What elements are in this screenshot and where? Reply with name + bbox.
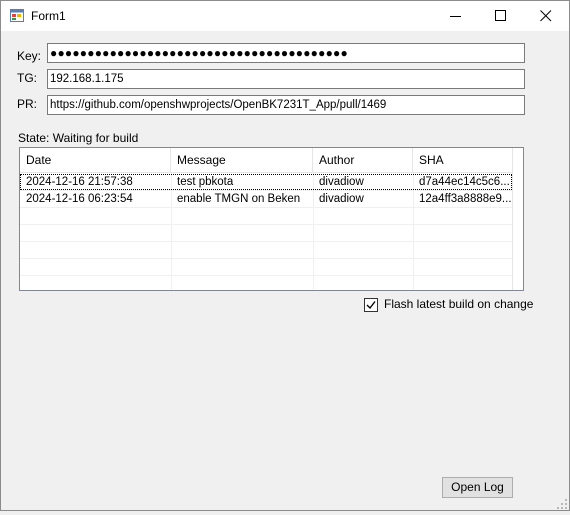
size-grip-icon[interactable] [556, 497, 568, 509]
form-app-icon [10, 9, 24, 22]
minimize-icon [450, 16, 461, 17]
grid-line [20, 207, 512, 208]
flash-latest-checkbox[interactable] [364, 298, 378, 312]
column-header-author[interactable]: Author [313, 148, 413, 172]
key-field[interactable]: ●●●●●●●●●●●●●●●●●●●●●●●●●●●●●●●●●●●●●●●● [47, 43, 525, 63]
column-header-date[interactable]: Date [20, 148, 171, 172]
cell-author: divadiow [319, 176, 364, 188]
grid-line [20, 241, 512, 242]
grid-line [20, 275, 512, 276]
state-label: State: Waiting for build [18, 131, 139, 145]
cell-author: divadiow [319, 193, 364, 205]
cell-date: 2024-12-16 21:57:38 [26, 176, 133, 188]
flash-latest-label[interactable]: Flash latest build on change [384, 297, 533, 311]
minimize-button[interactable] [433, 1, 479, 31]
open-log-button[interactable]: Open Log [442, 477, 513, 498]
maximize-button[interactable] [478, 1, 524, 31]
cell-sha: 12a4ff3a8888e9... [419, 193, 512, 205]
key-label: Key: [17, 49, 42, 63]
main-window: Form1 Key: ●●●●●●●●●●●●●●●●●●●●●●●●●●●●●… [0, 0, 570, 511]
builds-list[interactable]: Date Message Author SHA 2024-12-16 21:57… [19, 147, 524, 291]
list-scroll-area [512, 148, 523, 290]
column-header-message[interactable]: Message [171, 148, 313, 172]
grid-line [20, 224, 512, 225]
pr-label: PR: [17, 97, 38, 111]
cell-message: test pbkota [177, 176, 234, 188]
window-title: Form1 [31, 9, 66, 23]
tg-field[interactable]: 192.168.1.175 [47, 69, 525, 89]
grid-line [20, 258, 512, 259]
list-item[interactable]: 2024-12-16 06:23:54 enable TMGN on Beken… [20, 191, 512, 207]
cell-date: 2024-12-16 06:23:54 [26, 193, 133, 205]
close-button[interactable] [523, 1, 569, 31]
list-header: Date Message Author SHA [20, 148, 512, 173]
pr-field[interactable]: https://github.com/openshwprojects/OpenB… [47, 95, 525, 115]
cell-message: enable TMGN on Beken [177, 193, 301, 205]
close-icon [540, 10, 552, 22]
checkmark-icon [366, 301, 376, 310]
title-bar[interactable]: Form1 [1, 1, 569, 31]
cell-sha: d7a44ec14c5c6... [419, 176, 510, 188]
list-item[interactable]: 2024-12-16 21:57:38 test pbkota divadiow… [20, 174, 512, 190]
column-header-sha[interactable]: SHA [413, 148, 512, 172]
tg-label: TG: [17, 71, 37, 85]
maximize-icon [495, 10, 506, 21]
